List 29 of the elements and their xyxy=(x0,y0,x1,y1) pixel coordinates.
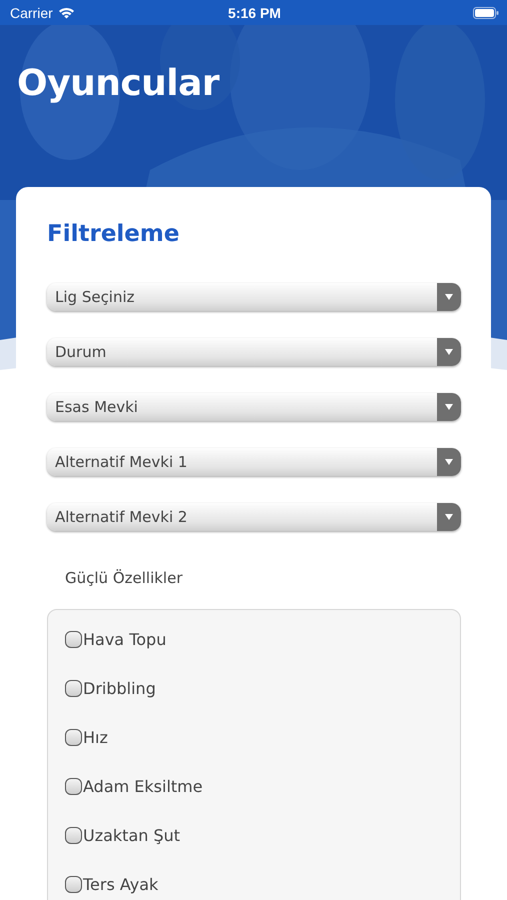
checkbox-label[interactable]: Hız xyxy=(83,728,108,746)
checkbox[interactable] xyxy=(65,680,82,696)
checkbox[interactable] xyxy=(65,630,82,648)
dropdown-arrow-icon xyxy=(437,283,461,311)
dropdown[interactable]: Lig Seçiniz xyxy=(47,283,461,311)
dropdown-arrow-icon xyxy=(437,393,461,421)
page-title: Oyuncular xyxy=(17,63,220,104)
battery-icon xyxy=(473,6,499,18)
dropdown[interactable]: Alternatif Mevki 1 xyxy=(47,448,461,476)
field-label: Güçlü Özellikler xyxy=(65,569,182,587)
dropdown-arrow-icon xyxy=(437,338,461,366)
checkbox[interactable] xyxy=(65,728,82,746)
checkbox[interactable] xyxy=(65,778,82,794)
checkbox-label[interactable]: Ters Ayak xyxy=(83,874,158,894)
checkbox-label[interactable]: Hava Topu xyxy=(83,630,166,648)
status-time: 5:16 PM xyxy=(227,4,282,20)
dropdown[interactable]: Esas Mevki xyxy=(47,393,461,421)
checkbox[interactable] xyxy=(65,826,82,844)
dropdown[interactable]: Alternatif Mevki 2 xyxy=(47,503,461,531)
dropdown[interactable]: Durum xyxy=(47,338,461,366)
section-title: Filtreleme xyxy=(47,221,180,247)
dropdown-arrow-icon xyxy=(437,448,461,476)
checkbox-label[interactable]: Uzaktan Şut xyxy=(83,826,180,844)
checkbox-label[interactable]: Adam Eksiltme xyxy=(83,776,203,796)
checkbox[interactable] xyxy=(65,876,82,892)
dropdown-arrow-icon xyxy=(437,503,461,531)
wifi-icon xyxy=(58,6,75,18)
carrier-name: Carrier xyxy=(10,4,53,20)
checkbox-label[interactable]: Dribbling xyxy=(83,678,156,698)
